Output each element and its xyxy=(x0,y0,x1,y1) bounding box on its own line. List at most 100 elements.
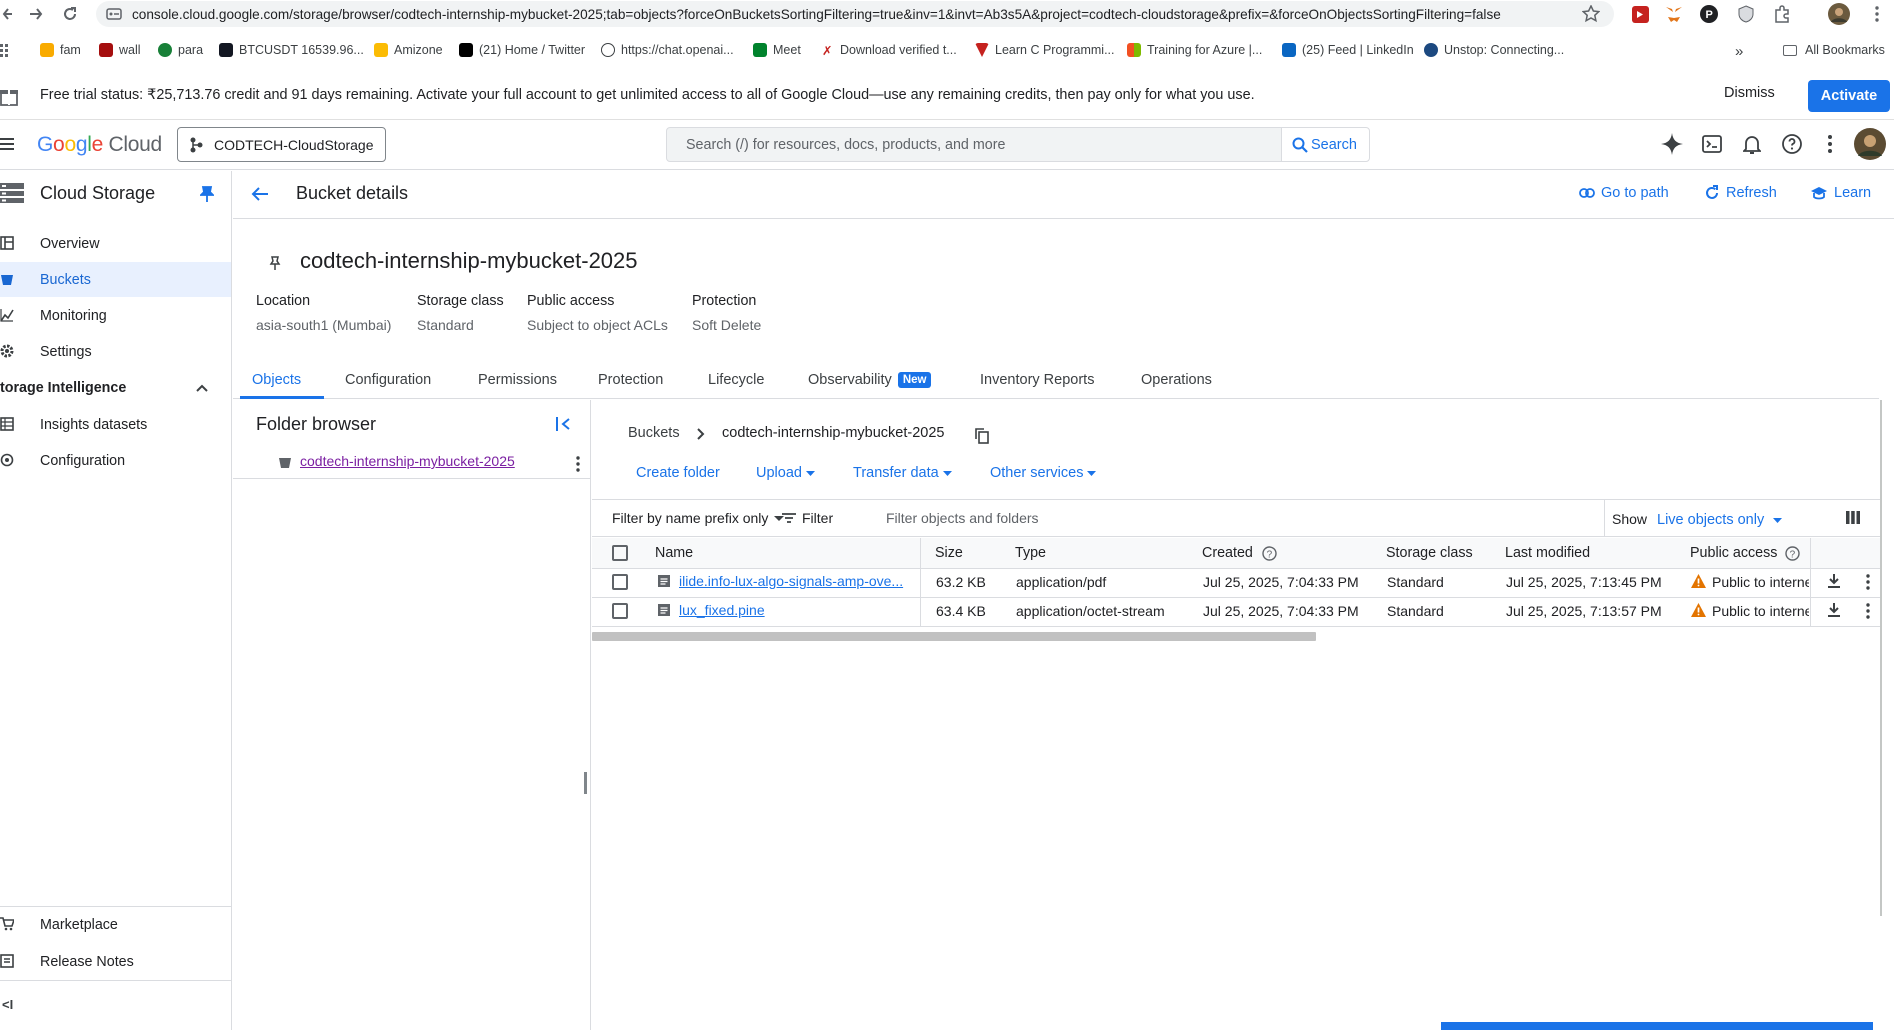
download-icon[interactable] xyxy=(1827,603,1841,618)
forward-arrow-icon[interactable] xyxy=(28,6,44,22)
bookmark-meet[interactable]: Meet xyxy=(753,43,801,57)
column-display-icon[interactable] xyxy=(1846,511,1860,524)
apps-grid-icon[interactable] xyxy=(0,43,8,57)
refresh-button[interactable]: Refresh xyxy=(1704,185,1777,201)
tab-permissions[interactable]: Permissions xyxy=(478,372,557,388)
bottom-panel-bar[interactable] xyxy=(1441,1022,1873,1030)
filter-button[interactable]: Filter xyxy=(782,510,833,526)
tab-operations[interactable]: Operations xyxy=(1141,372,1212,388)
address-bar[interactable]: console.cloud.google.com/storage/browser… xyxy=(96,1,1614,27)
tab-objects[interactable]: Objects xyxy=(252,372,301,388)
column-header-size[interactable]: Size xyxy=(935,545,963,561)
bookmark-azure[interactable]: Training for Azure |... xyxy=(1127,43,1262,57)
project-picker[interactable]: CODTECH-CloudStorage xyxy=(177,127,386,162)
more-vert-icon[interactable] xyxy=(1866,603,1870,619)
bookmark-amizone[interactable]: Amizone xyxy=(374,43,443,57)
learn-button[interactable]: Learn xyxy=(1810,185,1871,201)
collapse-panel-icon[interactable] xyxy=(556,417,571,431)
account-avatar[interactable] xyxy=(1854,128,1886,160)
bookmark-download[interactable]: ✗ Download verified t... xyxy=(822,43,957,58)
back-arrow-icon[interactable] xyxy=(251,186,269,202)
sidebar-item-marketplace[interactable]: Marketplace xyxy=(0,907,231,942)
panel-resize-handle[interactable] xyxy=(584,772,587,794)
reload-icon[interactable] xyxy=(62,6,78,22)
copy-icon[interactable] xyxy=(975,428,989,444)
extension-p-icon[interactable]: P xyxy=(1700,5,1718,23)
sidebar-section-storage-intelligence[interactable]: torage Intelligence xyxy=(0,380,210,396)
extensions-puzzle-icon[interactable] xyxy=(1773,5,1791,23)
column-header-last-modified[interactable]: Last modified xyxy=(1505,545,1590,561)
tab-observability[interactable]: Observability New xyxy=(808,372,932,388)
gemini-sparkle-icon[interactable] xyxy=(1661,133,1683,155)
column-header-type[interactable]: Type xyxy=(1015,545,1046,561)
tab-inventory-reports[interactable]: Inventory Reports xyxy=(980,372,1094,388)
sidebar-item-monitoring[interactable]: Monitoring xyxy=(0,298,231,333)
go-to-path-button[interactable]: Go to path xyxy=(1579,185,1669,201)
select-all-checkbox[interactable] xyxy=(612,545,628,561)
show-select[interactable]: Live objects only xyxy=(1657,512,1783,528)
all-bookmarks[interactable]: All Bookmarks xyxy=(1783,43,1885,57)
extension-red-icon[interactable] xyxy=(1632,6,1649,23)
row-checkbox[interactable] xyxy=(612,603,628,619)
notifications-bell-icon[interactable] xyxy=(1743,134,1761,154)
help-icon[interactable]: ? xyxy=(1262,546,1277,561)
bookmark-wall[interactable]: wall xyxy=(99,43,141,57)
cloud-shell-icon[interactable] xyxy=(1702,134,1722,154)
shield-extension-icon[interactable] xyxy=(1738,5,1754,23)
column-header-storage-class[interactable]: Storage class xyxy=(1386,545,1473,561)
search-button[interactable]: Search xyxy=(1281,127,1370,162)
google-cloud-logo[interactable]: Google Cloud xyxy=(37,133,162,157)
help-icon[interactable] xyxy=(1782,134,1802,154)
object-name-link[interactable]: lux_fixed.pine xyxy=(679,602,765,618)
bookmark-para[interactable]: para xyxy=(158,43,203,57)
pin-icon[interactable] xyxy=(269,256,281,270)
tab-configuration[interactable]: Configuration xyxy=(345,372,431,388)
sidebar-item-insights-datasets[interactable]: Insights datasets xyxy=(0,407,231,442)
metamask-icon[interactable] xyxy=(1665,6,1683,23)
sidebar-item-settings[interactable]: Settings xyxy=(0,334,231,369)
more-vert-icon[interactable] xyxy=(1866,574,1870,590)
row-checkbox[interactable] xyxy=(612,574,628,590)
column-header-created[interactable]: Created xyxy=(1202,545,1253,561)
tab-lifecycle[interactable]: Lifecycle xyxy=(708,372,764,388)
bookmark-twitter[interactable]: (21) Home / Twitter xyxy=(459,43,585,57)
horizontal-scrollbar[interactable] xyxy=(592,632,1316,641)
more-vert-icon[interactable] xyxy=(1827,134,1833,154)
bookmarks-overflow-icon[interactable]: » xyxy=(1735,43,1743,60)
pin-icon[interactable] xyxy=(200,186,214,202)
back-arrow-icon[interactable] xyxy=(2,6,14,22)
search-input[interactable]: Search (/) for resources, docs, products… xyxy=(666,127,1282,162)
column-header-name[interactable]: Name xyxy=(655,545,693,561)
sidebar-item-buckets[interactable]: Buckets xyxy=(0,262,231,297)
object-name-link[interactable]: ilide.info-lux-algo-signals-amp-ove... xyxy=(679,573,903,589)
star-icon[interactable] xyxy=(1582,5,1600,23)
filter-mode-select[interactable]: Filter by name prefix only xyxy=(612,510,785,526)
browser-menu-icon[interactable] xyxy=(1874,5,1880,23)
upload-button[interactable]: Upload xyxy=(756,465,815,481)
sidebar-item-overview[interactable]: Overview xyxy=(0,226,231,261)
column-header-public-access[interactable]: Public access xyxy=(1690,545,1777,561)
filter-input[interactable]: Filter objects and folders xyxy=(886,510,1386,530)
create-folder-button[interactable]: Create folder xyxy=(636,465,720,481)
bookmark-btcusdt[interactable]: BTCUSDT 16539.96... xyxy=(219,43,364,57)
download-icon[interactable] xyxy=(1827,574,1841,589)
tab-protection[interactable]: Protection xyxy=(598,372,663,388)
chevron-up-icon[interactable] xyxy=(196,384,208,392)
help-icon[interactable]: ? xyxy=(1785,546,1800,561)
breadcrumb-buckets[interactable]: Buckets xyxy=(628,425,680,441)
bookmark-linkedin[interactable]: (25) Feed | LinkedIn xyxy=(1282,43,1414,57)
other-services-button[interactable]: Other services xyxy=(990,465,1097,481)
activate-button[interactable]: Activate xyxy=(1808,80,1890,112)
collapse-sidebar-icon[interactable]: <I xyxy=(2,997,13,1012)
profile-avatar-icon[interactable] xyxy=(1828,3,1850,25)
dismiss-button[interactable]: Dismiss xyxy=(1724,85,1775,101)
bookmark-unstop[interactable]: Unstop: Connecting... xyxy=(1424,43,1564,57)
folder-tree-bucket-link[interactable]: codtech-internship-mybucket-2025 xyxy=(300,453,515,469)
sidebar-item-release-notes[interactable]: Release Notes xyxy=(0,944,231,979)
transfer-data-button[interactable]: Transfer data xyxy=(853,465,952,481)
bookmark-chatgpt[interactable]: https://chat.openai... xyxy=(601,43,734,57)
sidebar-item-configuration[interactable]: Configuration xyxy=(0,443,231,478)
vertical-scrollbar[interactable] xyxy=(1880,400,1882,916)
hamburger-menu-icon[interactable] xyxy=(0,137,14,151)
bookmark-learn-c[interactable]: Learn C Programmi... xyxy=(975,43,1114,57)
